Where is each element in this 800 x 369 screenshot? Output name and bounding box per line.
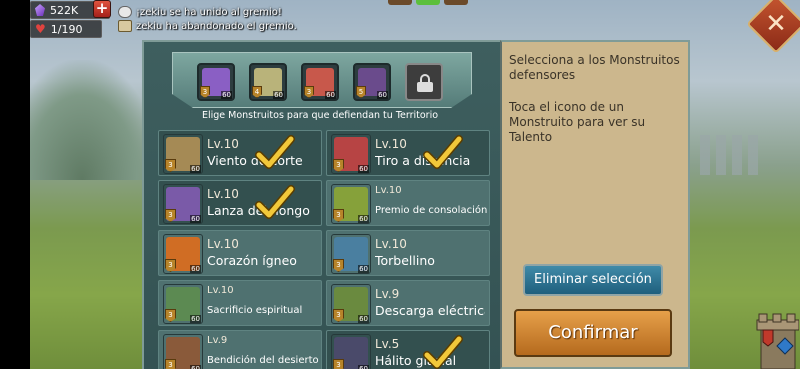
skill-name: Sacrificio espiritual xyxy=(207,305,303,316)
monster-level: 60 xyxy=(190,165,201,173)
monster-level: 60 xyxy=(325,91,336,99)
skill-level: Lv.10 xyxy=(375,137,407,151)
monster-thumbnail[interactable]: 3 60 xyxy=(331,284,371,324)
defense-slot-2[interactable]: 4 60 xyxy=(249,63,287,101)
monster-thumbnail[interactable]: 3 60 xyxy=(163,184,203,224)
monster-thumbnail[interactable]: 3 60 xyxy=(163,334,203,369)
monster-card[interactable]: 3 60 Lv.10 Lanza del hongo xyxy=(158,180,322,226)
monster-card[interactable]: 3 60 Lv.10 Premio de consolación xyxy=(326,180,490,226)
select-hint: Selecciona a los Monstruitos defensores xyxy=(509,53,680,82)
monster-card[interactable]: 3 60 Lv.5 Hálito glacial xyxy=(326,330,490,369)
monster-card[interactable]: 3 60 Lv.10 Tiro a distancia xyxy=(326,130,490,176)
population-counter: ♥ 1/190 xyxy=(30,20,102,38)
tower-icon[interactable] xyxy=(755,312,799,369)
monster-level: 60 xyxy=(377,91,388,99)
skill-level: Lv.10 xyxy=(207,237,239,251)
defense-slot-3[interactable]: 3 60 xyxy=(301,63,339,101)
skill-level: Lv.10 xyxy=(207,137,239,151)
skill-level: Lv.5 xyxy=(375,337,400,351)
monster-thumbnail[interactable]: 3 60 xyxy=(331,334,371,369)
star-badge: 4 xyxy=(252,86,262,98)
population-value: 1/190 xyxy=(50,22,83,36)
monster-level: 60 xyxy=(273,91,284,99)
monster-thumbnail[interactable]: 3 60 xyxy=(331,234,371,274)
star-badge: 3 xyxy=(333,359,344,369)
monster-thumbnail[interactable]: 3 60 xyxy=(331,184,371,224)
defense-slot-locked[interactable] xyxy=(405,63,443,101)
skill-name: Descarga eléctrica xyxy=(375,303,485,318)
page-dot xyxy=(388,0,412,5)
monster-card[interactable]: 3 60 Lv.10 Sacrificio espiritual xyxy=(158,280,322,326)
add-gems-button[interactable]: + xyxy=(93,0,111,18)
monster-thumbnail[interactable]: 3 60 xyxy=(163,234,203,274)
background-hills xyxy=(30,60,160,180)
page-dot xyxy=(444,0,468,5)
monster-level: 60 xyxy=(190,215,201,223)
chat-bubble-icon xyxy=(118,6,132,18)
skill-name: Corazón ígneo xyxy=(207,253,297,268)
gem-icon xyxy=(35,4,45,16)
monster-thumbnail[interactable]: 3 60 xyxy=(163,284,203,324)
heart-icon: ♥ xyxy=(35,22,46,36)
defense-slot-4[interactable]: 5 60 xyxy=(353,63,391,101)
defense-slot-1[interactable]: 3 60 xyxy=(197,63,235,101)
monster-card[interactable]: 3 60 Lv.10 Corazón ígneo xyxy=(158,230,322,276)
background-ruins xyxy=(700,135,760,175)
star-badge: 3 xyxy=(165,359,176,369)
page-dot-active xyxy=(416,0,440,5)
monster-card[interactable]: 3 60 Lv.10 Torbellino xyxy=(326,230,490,276)
monster-level: 60 xyxy=(190,315,201,323)
monster-level: 60 xyxy=(358,165,369,173)
skill-name: Bendición del desierto xyxy=(207,355,319,366)
chat-text: zekiu ha abandonado el gremio. xyxy=(136,20,297,32)
gems-value: 522K xyxy=(50,3,79,17)
talent-hint: Toca el icono de un Monstruito para ver … xyxy=(509,100,646,144)
monster-list[interactable]: 3 60 Lv.10 Viento de corte 3 60 Lv.10 Tiro a di… xyxy=(158,130,492,369)
star-badge: 3 xyxy=(304,86,314,98)
chat-text: ¡zekiu se ha unido al gremio! xyxy=(136,6,282,18)
check-icon xyxy=(423,335,463,369)
clear-selection-button[interactable]: Eliminar selección xyxy=(523,264,663,296)
left-letterbox xyxy=(0,0,30,369)
lock-icon xyxy=(417,74,433,92)
skill-level: Lv.9 xyxy=(207,335,228,346)
page-indicator xyxy=(388,0,468,5)
skill-name: Premio de consolación xyxy=(375,205,488,216)
defense-instruction: Elige Monstruitos para que defiendan tu … xyxy=(201,110,439,121)
skill-level: Lv.9 xyxy=(375,287,400,301)
check-icon xyxy=(255,185,295,219)
monster-level: 60 xyxy=(358,365,369,369)
monster-level: 60 xyxy=(358,315,369,323)
monster-thumbnail[interactable]: 3 60 xyxy=(163,134,203,174)
chat-message[interactable]: ¡zekiu se ha unido al gremio! xyxy=(118,6,282,18)
skill-level: Lv.10 xyxy=(207,187,239,201)
confirm-button[interactable]: Confirmar xyxy=(514,309,672,357)
star-badge: 3 xyxy=(200,86,210,98)
skill-level: Lv.10 xyxy=(375,237,407,251)
monster-card[interactable]: 3 60 Lv.10 Viento de corte xyxy=(158,130,322,176)
skill-name: Torbellino xyxy=(375,253,435,268)
monster-level: 60 xyxy=(221,91,232,99)
chat-message[interactable]: zekiu ha abandonado el gremio. xyxy=(118,20,297,32)
monster-card[interactable]: 3 60 Lv.9 Bendición del desierto xyxy=(158,330,322,369)
close-icon[interactable]: ✕ xyxy=(755,3,797,45)
monster-level: 60 xyxy=(358,215,369,223)
monster-thumbnail[interactable]: 3 60 xyxy=(331,134,371,174)
monster-level: 60 xyxy=(190,365,201,369)
monster-level: 60 xyxy=(190,265,201,273)
monster-card[interactable]: 3 60 Lv.9 Descarga eléctrica xyxy=(326,280,490,326)
skill-level: Lv.10 xyxy=(207,285,234,296)
check-icon xyxy=(255,135,295,169)
star-badge: 5 xyxy=(356,86,366,98)
skill-level: Lv.10 xyxy=(375,185,402,196)
guild-scroll-icon xyxy=(118,20,132,32)
monster-level: 60 xyxy=(358,265,369,273)
check-icon xyxy=(423,135,463,169)
